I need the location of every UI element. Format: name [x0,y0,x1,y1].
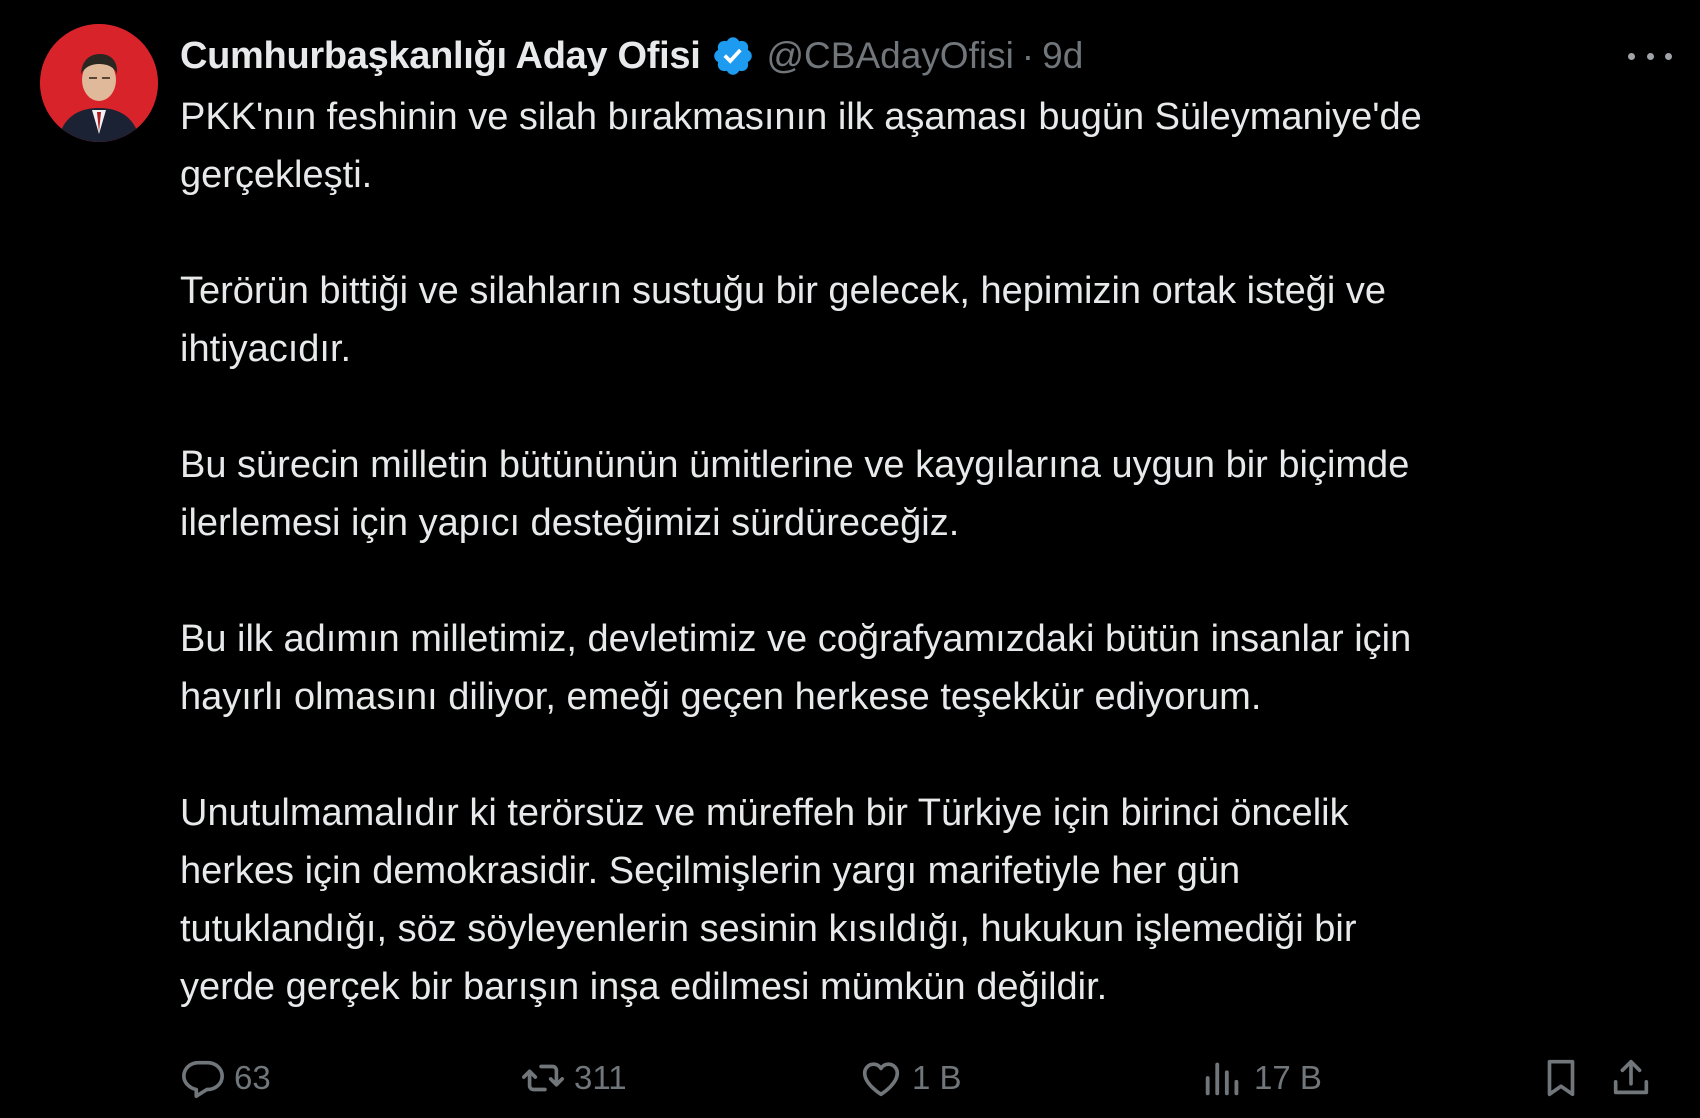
author-display-name[interactable]: Cumhurbaşkanlığı Aday Ofisi [180,35,701,78]
tweet-paragraph: Unutulmamalıdır ki terörsüz ve müreffeh … [180,792,1357,1008]
bookmark-icon [1547,1059,1575,1097]
share-upload-icon [1613,1059,1649,1095]
heart-icon [862,1062,900,1097]
tweet-paragraph: PKK'nın feshinin ve silah bırakmasının i… [180,96,1422,196]
like-button[interactable]: 1 B [858,1050,962,1106]
views-count: 17 B [1254,1059,1322,1096]
author-handle[interactable]: @CBAdayOfisi [767,35,1014,77]
share-button[interactable] [1608,1050,1662,1106]
speech-bubble-icon [182,1060,224,1099]
avatar[interactable] [40,24,158,142]
tweet-action-bar: 63 311 1 B 17 B [180,1050,1660,1106]
bar-chart-icon [1205,1062,1239,1096]
avatar-portrait-image [40,24,158,142]
tweet-header: Cumhurbaşkanlığı Aday Ofisi @CBAdayOfisi… [180,26,1083,86]
verified-badge-icon[interactable] [711,34,755,78]
tweet-card: Cumhurbaşkanlığı Aday Ofisi @CBAdayOfisi… [0,0,1700,1118]
views-button[interactable]: 17 B [1200,1050,1322,1106]
reply-count: 63 [234,1059,271,1096]
separator-dot: · [1021,35,1035,76]
tweet-paragraph: Bu ilk adımın milletimiz, devletimiz ve … [180,618,1412,718]
repost-arrows-icon [522,1064,564,1092]
repost-button[interactable]: 311 [520,1050,627,1106]
tweet-timestamp[interactable]: 9d [1042,35,1083,77]
bookmark-button[interactable] [1538,1050,1592,1106]
like-count: 1 B [912,1059,962,1096]
reply-button[interactable]: 63 [180,1050,271,1106]
tweet-paragraph: Terörün bittiği ve silahların sustuğu bi… [180,270,1387,370]
tweet-paragraph: Bu sürecin milletin bütününün ümitlerine… [180,444,1410,544]
repost-count: 311 [574,1059,627,1096]
more-horizontal-icon[interactable] [1628,44,1672,68]
tweet-text: PKK'nın feshinin ve silah bırakmasının i… [180,88,1650,1016]
